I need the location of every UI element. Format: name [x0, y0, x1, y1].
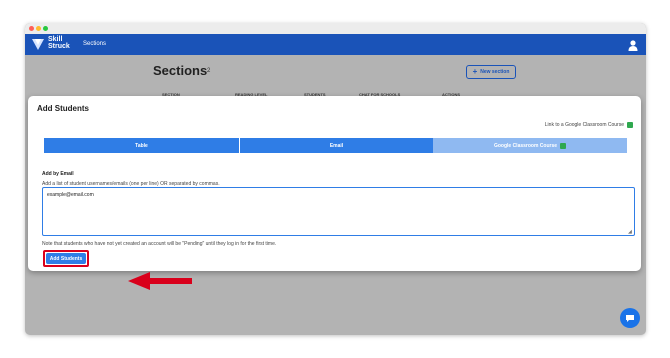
page-title: Sections	[153, 63, 208, 78]
new-section-button[interactable]: + New section	[466, 65, 516, 79]
add-students-modal: Add Students Link to a Google Classroom …	[28, 96, 641, 271]
new-section-label: New section	[480, 69, 510, 75]
google-classroom-link-label: Link to a Google Classroom Course	[544, 122, 624, 128]
logo-line-1: Skill	[48, 36, 63, 43]
user-icon[interactable]	[628, 38, 638, 56]
add-method-tabs: Table Email Google Classroom Course	[44, 138, 627, 153]
google-classroom-icon	[627, 122, 633, 128]
app-header: Skill Struck Sections	[25, 34, 646, 55]
logo-line-2: Struck	[48, 43, 70, 50]
tab-table-label: Table	[135, 142, 148, 149]
pointer-arrow-icon	[128, 272, 192, 290]
google-classroom-link[interactable]: Link to a Google Classroom Course	[545, 122, 633, 128]
modal-title: Add Students	[37, 104, 89, 113]
add-by-email-label: Add by Email	[42, 171, 74, 177]
browser-window: Skill Struck Sections Sections 2 + New s…	[25, 23, 646, 335]
pending-note: Note that students who have not yet crea…	[42, 241, 277, 247]
tab-google-classroom[interactable]: Google Classroom Course	[433, 138, 627, 153]
tab-email-label: Email	[329, 142, 344, 149]
skillstruck-logo-icon[interactable]	[31, 37, 45, 56]
title-bar	[25, 23, 646, 34]
tab-table[interactable]: Table	[44, 138, 239, 153]
resize-handle-icon[interactable]: ◢	[628, 229, 632, 235]
tab-google-classroom-label: Google Classroom Course	[493, 142, 558, 149]
minimize-window-button[interactable]	[36, 26, 41, 31]
plus-icon: +	[472, 67, 478, 76]
app-title: Sections	[83, 41, 107, 47]
student-emails-textarea[interactable]: example@email.com	[42, 187, 635, 236]
maximize-window-button[interactable]	[43, 26, 48, 31]
google-classroom-tab-icon	[560, 142, 567, 149]
tab-email[interactable]: Email	[239, 138, 433, 153]
chat-icon[interactable]	[620, 308, 640, 328]
close-window-button[interactable]	[29, 26, 34, 31]
logo-text: Skill Struck	[48, 36, 70, 50]
section-count: 2	[207, 68, 211, 74]
add-students-button[interactable]: Add Students	[46, 253, 86, 264]
